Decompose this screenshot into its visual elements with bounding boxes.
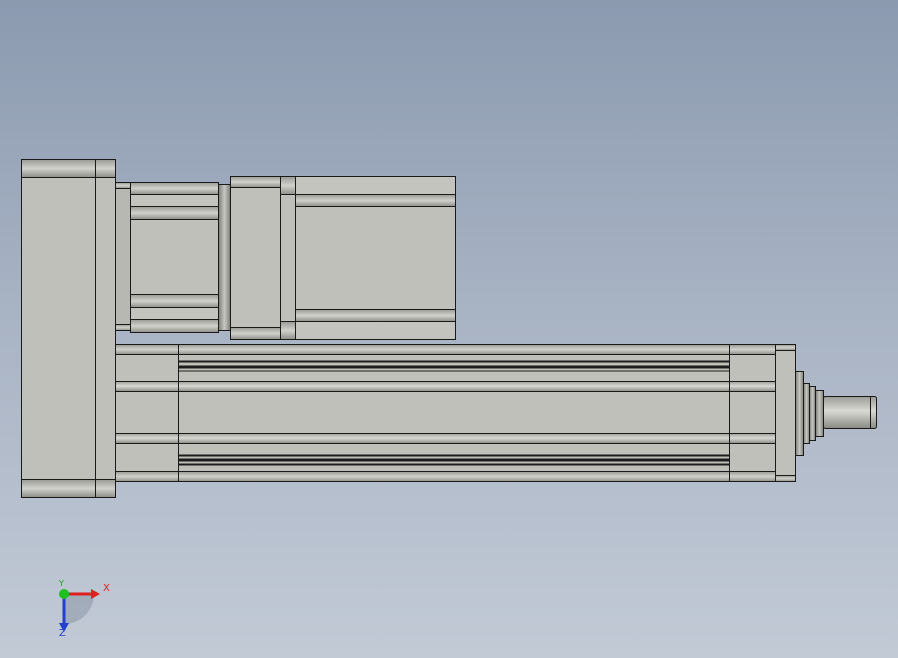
- piston-rod: [823, 396, 877, 429]
- lower-slot: [178, 454, 730, 466]
- triad-z-label: Z: [59, 628, 66, 639]
- motor-adapter: [115, 182, 231, 333]
- rod-seal: [795, 371, 824, 456]
- orientation-triad[interactable]: X Y Z: [50, 578, 120, 640]
- triad-y-label: Y: [59, 579, 64, 588]
- motor-body: [295, 176, 456, 340]
- x-axis-arrow-icon: [91, 589, 100, 599]
- front-end-plate: [775, 344, 796, 482]
- actuator-rail: [115, 344, 776, 482]
- y-axis-dot-icon: [59, 589, 69, 599]
- motor-flange: [230, 176, 296, 340]
- triad-x-label: X: [103, 583, 110, 594]
- actuator-model[interactable]: [0, 0, 898, 658]
- end-housing: [21, 159, 116, 498]
- cad-viewport[interactable]: X Y Z: [0, 0, 898, 658]
